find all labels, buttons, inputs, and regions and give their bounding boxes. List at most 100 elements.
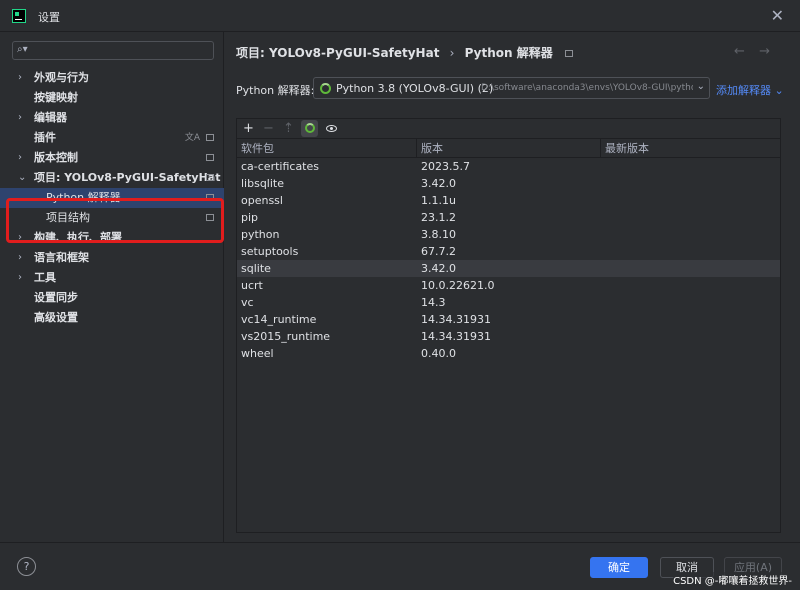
- add-interpreter-link[interactable]: 添加解释器 ⌄: [716, 82, 784, 98]
- table-row[interactable]: setuptools 67.7.2: [237, 243, 780, 260]
- sidebar-item-8[interactable]: › 构建、执行、部署: [0, 228, 224, 248]
- sidebar-item-5[interactable]: ⌄ 项目: YOLOv8-PyGUI-SafetyHat: [0, 168, 224, 188]
- sidebar-item-label: 版本控制: [34, 151, 78, 164]
- chevron-down-icon: ⌄: [696, 81, 705, 92]
- table-row[interactable]: vc14_runtime 14.34.31931: [237, 311, 780, 328]
- package-version-cell: 14.3: [421, 296, 446, 309]
- packages-toolbar: + − ⇡: [237, 119, 780, 139]
- add-package-icon[interactable]: +: [240, 120, 257, 137]
- sidebar-item-label: 设置同步: [34, 291, 78, 304]
- table-row[interactable]: pip 23.1.2: [237, 209, 780, 226]
- settings-sidebar: ⌕▾ › 外观与行为 按键映射 › 编辑器 插件 文A › 版本控制 ⌄ 项目: YOLOv8-Py…: [0, 32, 224, 542]
- table-row[interactable]: sqlite 3.42.0: [237, 260, 780, 277]
- sidebar-item-label: 构建、执行、部署: [34, 231, 122, 244]
- watermark-text: CSDN @-嘟嚷着拯救世界-: [673, 572, 792, 587]
- sidebar-item-4[interactable]: › 版本控制: [0, 148, 224, 168]
- sidebar-item-label: 工具: [34, 271, 56, 284]
- breadcrumb-page: Python 解释器: [464, 46, 553, 60]
- table-row[interactable]: ucrt 10.0.22621.0: [237, 277, 780, 294]
- package-name-cell: vc: [241, 296, 254, 309]
- packages-panel: + − ⇡ 软件包 版本 最新版本 ca-certificates 2023.5.…: [236, 118, 781, 533]
- column-package[interactable]: 软件包: [237, 139, 417, 158]
- package-name-cell: openssl: [241, 194, 283, 207]
- package-name-cell: vc14_runtime: [241, 313, 317, 326]
- sidebar-item-9[interactable]: › 语言和框架: [0, 248, 224, 268]
- package-version-cell: 67.7.2: [421, 245, 456, 258]
- back-arrow-icon[interactable]: ←: [734, 44, 745, 59]
- package-version-cell: 1.1.1u: [421, 194, 456, 207]
- package-name-cell: python: [241, 228, 280, 241]
- sidebar-item-1[interactable]: 按键映射: [0, 88, 224, 108]
- sidebar-item-label: 编辑器: [34, 111, 67, 124]
- project-settings-icon: [206, 214, 214, 221]
- package-version-cell: 3.42.0: [421, 177, 456, 190]
- title-bar: 设置 ✕: [0, 0, 800, 32]
- sidebar-item-6[interactable]: Python 解释器: [0, 188, 224, 208]
- sidebar-item-label: 高级设置: [34, 311, 78, 324]
- package-name-cell: vs2015_runtime: [241, 330, 331, 343]
- upgrade-package-icon[interactable]: ⇡: [280, 120, 297, 137]
- package-version-cell: 0.40.0: [421, 347, 456, 360]
- package-name-cell: setuptools: [241, 245, 299, 258]
- table-row[interactable]: ca-certificates 2023.5.7: [237, 158, 780, 175]
- sidebar-item-10[interactable]: › 工具: [0, 268, 224, 288]
- package-version-cell: 3.42.0: [421, 262, 456, 275]
- python-env-icon: [320, 83, 331, 94]
- settings-tree: › 外观与行为 按键映射 › 编辑器 插件 文A › 版本控制 ⌄ 项目: YOLOv8-PyGUI…: [0, 68, 224, 328]
- package-version-cell: 14.34.31931: [421, 313, 491, 326]
- help-icon[interactable]: ?: [17, 557, 36, 576]
- table-row[interactable]: vc 14.3: [237, 294, 780, 311]
- table-row[interactable]: wheel 0.40.0: [237, 345, 780, 362]
- table-row[interactable]: libsqlite 3.42.0: [237, 175, 780, 192]
- package-version-cell: 23.1.2: [421, 211, 456, 224]
- column-version[interactable]: 版本: [417, 139, 601, 158]
- forward-arrow-icon[interactable]: →: [759, 44, 770, 59]
- sidebar-item-12[interactable]: 高级设置: [0, 308, 224, 328]
- ok-button[interactable]: 确定: [590, 557, 648, 578]
- packages-table-header: 软件包 版本 最新版本: [237, 139, 780, 158]
- chevron-icon: ›: [18, 152, 22, 163]
- project-settings-icon: [206, 134, 214, 141]
- chevron-icon: ›: [18, 272, 22, 283]
- chevron-icon: ›: [18, 252, 22, 263]
- chevron-icon: ›: [18, 232, 22, 243]
- sidebar-item-3[interactable]: 插件 文A: [0, 128, 224, 148]
- close-icon[interactable]: ✕: [771, 6, 784, 25]
- package-name-cell: sqlite: [241, 262, 271, 275]
- show-early-releases-icon[interactable]: [323, 120, 340, 137]
- project-settings-icon: [206, 194, 214, 201]
- dialog-footer: ? 确定 取消 应用(A) CSDN @-嘟嚷着拯救世界-: [0, 542, 800, 590]
- breadcrumb-project[interactable]: 项目: YOLOv8-PyGUI-SafetyHat: [236, 46, 439, 60]
- interpreter-label: Python 解释器:: [236, 84, 315, 97]
- sidebar-item-0[interactable]: › 外观与行为: [0, 68, 224, 88]
- table-row[interactable]: vs2015_runtime 14.34.31931: [237, 328, 780, 345]
- chevron-icon: ›: [18, 72, 22, 83]
- conda-toggle-icon[interactable]: [301, 120, 318, 137]
- chevron-icon: ⌄: [18, 172, 27, 183]
- settings-scope-icon: [564, 50, 573, 57]
- breadcrumb: 项目: YOLOv8-PyGUI-SafetyHat › Python 解释器: [236, 44, 573, 61]
- sidebar-item-label: 按键映射: [34, 91, 78, 104]
- package-version-cell: 2023.5.7: [421, 160, 470, 173]
- sidebar-item-label: 外观与行为: [34, 71, 89, 84]
- window-title: 设置: [38, 11, 60, 24]
- table-row[interactable]: python 3.8.10: [237, 226, 780, 243]
- remove-package-icon[interactable]: −: [260, 120, 277, 137]
- sidebar-item-7[interactable]: 项目结构: [0, 208, 224, 228]
- interpreter-path: D:\software\anaconda3\envs\YOLOv8-GUI\py…: [481, 83, 693, 93]
- search-field[interactable]: ⌕▾: [12, 41, 214, 60]
- package-name-cell: libsqlite: [241, 177, 285, 190]
- sidebar-item-label: 项目结构: [46, 211, 90, 224]
- package-name-cell: ucrt: [241, 279, 263, 292]
- table-row[interactable]: openssl 1.1.1u: [237, 192, 780, 209]
- sidebar-item-11[interactable]: 设置同步: [0, 288, 224, 308]
- interpreter-dropdown[interactable]: Python 3.8 (YOLOv8-GUI) (2) D:\software\…: [313, 77, 710, 99]
- search-input[interactable]: [35, 43, 205, 58]
- package-version-cell: 14.34.31931: [421, 330, 491, 343]
- package-version-cell: 3.8.10: [421, 228, 456, 241]
- sidebar-item-2[interactable]: › 编辑器: [0, 108, 224, 128]
- packages-table-body: ca-certificates 2023.5.7 libsqlite 3.42.0 op…: [237, 158, 780, 362]
- sidebar-item-label: 插件: [34, 131, 56, 144]
- interpreter-name: Python 3.8 (YOLOv8-GUI) (2): [336, 82, 494, 95]
- column-latest-version[interactable]: 最新版本: [601, 139, 780, 158]
